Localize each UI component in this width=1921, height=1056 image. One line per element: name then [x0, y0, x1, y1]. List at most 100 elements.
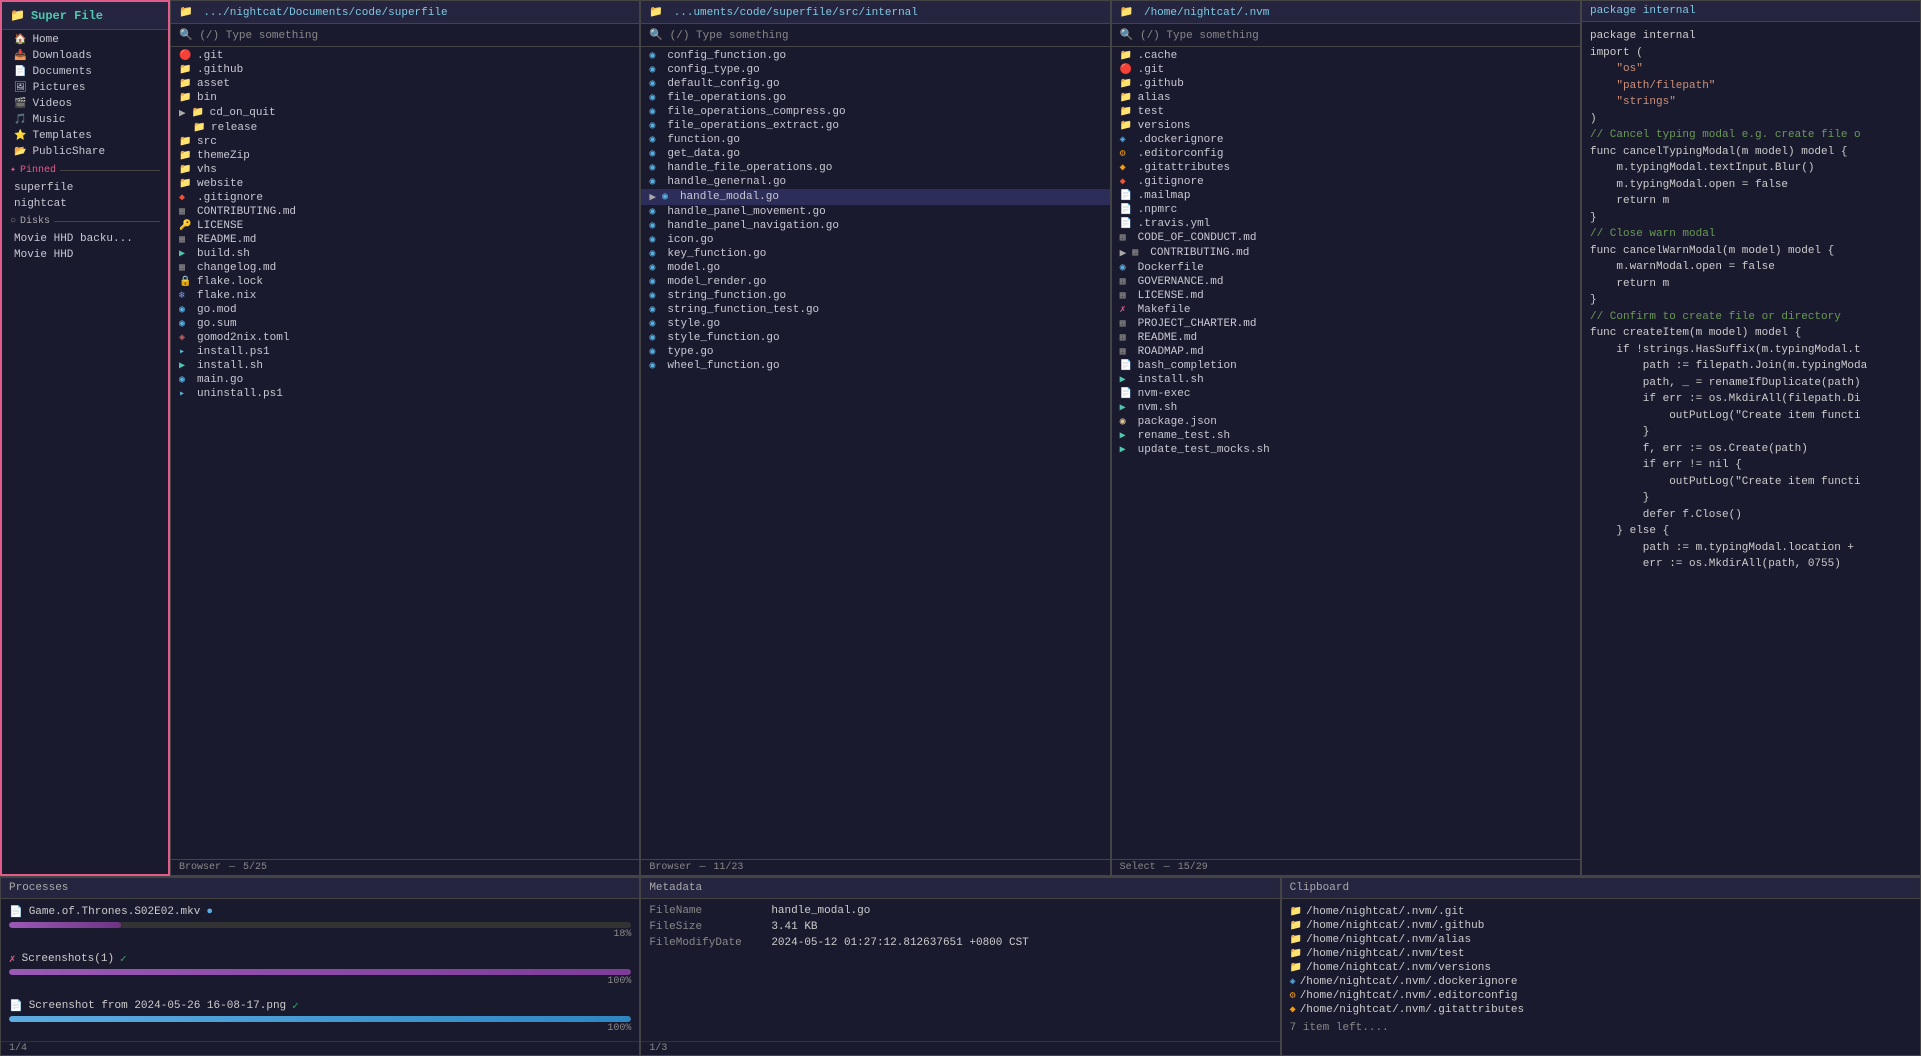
list-item[interactable]: ◆.gitignore	[171, 191, 639, 205]
list-item[interactable]: ◉string_function_test.go	[641, 303, 1109, 317]
sidebar-item-music[interactable]: 🎵 Music	[2, 112, 168, 128]
docker-icon: ◈	[1290, 976, 1296, 988]
list-item[interactable]: ▶◉handle_modal.go	[641, 189, 1109, 205]
panel1-search[interactable]: 🔍 (/) Type something	[171, 24, 639, 47]
list-item[interactable]: ◉model_render.go	[641, 275, 1109, 289]
list-item[interactable]: ▶▦CONTRIBUTING.md	[1112, 245, 1580, 261]
list-item[interactable]: ◈gomod2nix.toml	[171, 331, 639, 345]
list-item[interactable]: 📁asset	[171, 77, 639, 91]
sidebar-item-superfile[interactable]: superfile	[2, 180, 168, 196]
list-item[interactable]: ◉get_data.go	[641, 147, 1109, 161]
list-item[interactable]: ◉file_operations_extract.go	[641, 119, 1109, 133]
list-item[interactable]: ◉go.mod	[171, 303, 639, 317]
list-item[interactable]: 📁bin	[171, 91, 639, 105]
list-item[interactable]: ▦ROADMAP.md	[1112, 345, 1580, 359]
list-item[interactable]: ◉style.go	[641, 317, 1109, 331]
panel3-search[interactable]: 🔍 (/) Type something	[1112, 24, 1580, 47]
list-item[interactable]: ▶update_test_mocks.sh	[1112, 443, 1580, 457]
list-item[interactable]: ❄flake.nix	[171, 289, 639, 303]
list-item[interactable]: ◉style_function.go	[641, 331, 1109, 345]
sidebar-item-downloads[interactable]: 📥 Downloads	[2, 48, 168, 64]
list-item[interactable]: 🔑LICENSE	[171, 219, 639, 233]
list-item[interactable]: 📄.mailmap	[1112, 189, 1580, 203]
list-item[interactable]: 📁.github	[171, 63, 639, 77]
list-item[interactable]: ▶nvm.sh	[1112, 401, 1580, 415]
list-item[interactable]: 📄.travis.yml	[1112, 217, 1580, 231]
list-item[interactable]: ▦README.md	[171, 233, 639, 247]
list-item[interactable]: ▦CONTRIBUTING.md	[171, 205, 639, 219]
list-item[interactable]: ▦PROJECT_CHARTER.md	[1112, 317, 1580, 331]
list-item[interactable]: ▸install.ps1	[171, 345, 639, 359]
clipboard-content: 📁 /home/nightcat/.nvm/.git 📁 /home/night…	[1282, 899, 1920, 1055]
disk-item-2[interactable]: Movie HHD	[2, 247, 168, 263]
list-item[interactable]: ◉go.sum	[171, 317, 639, 331]
list-item[interactable]: ▦LICENSE.md	[1112, 289, 1580, 303]
list-item[interactable]: ◉model.go	[641, 261, 1109, 275]
list-item[interactable]: ◉function.go	[641, 133, 1109, 147]
list-item[interactable]: ▦changelog.md	[171, 261, 639, 275]
list-item[interactable]: 📁.github	[1112, 77, 1580, 91]
list-item[interactable]: 📁release	[171, 121, 639, 135]
process-name-3: 📄 Screenshot from 2024-05-26 16-08-17.pn…	[9, 999, 631, 1013]
code-line: }	[1590, 490, 1912, 507]
panel2-header: 📁 ...uments/code/superfile/src/internal	[641, 1, 1109, 24]
list-item[interactable]: ◉type.go	[641, 345, 1109, 359]
list-item[interactable]: ◉file_operations.go	[641, 91, 1109, 105]
sidebar-item-nightcat[interactable]: nightcat	[2, 196, 168, 212]
list-item[interactable]: ▸uninstall.ps1	[171, 387, 639, 401]
sidebar-item-pictures[interactable]: 🖼 Pictures	[2, 80, 168, 96]
list-item[interactable]: ◉handle_genernal.go	[641, 175, 1109, 189]
list-item[interactable]: 📁src	[171, 135, 639, 149]
list-item[interactable]: ▦CODE_OF_CONDUCT.md	[1112, 231, 1580, 245]
list-item[interactable]: 📁themeZip	[171, 149, 639, 163]
list-item[interactable]: 🔒flake.lock	[171, 275, 639, 289]
list-item[interactable]: ◉file_operations_compress.go	[641, 105, 1109, 119]
sidebar-item-templates[interactable]: ⭐ Templates	[2, 128, 168, 144]
sidebar-item-home[interactable]: 🏠 Home	[2, 32, 168, 48]
sidebar-item-publicshare[interactable]: 📂 PublicShare	[2, 144, 168, 160]
list-item[interactable]: ◉config_type.go	[641, 63, 1109, 77]
list-item[interactable]: 📁test	[1112, 105, 1580, 119]
list-item[interactable]: ◈.dockerignore	[1112, 133, 1580, 147]
list-item[interactable]: ◆.gitattributes	[1112, 161, 1580, 175]
list-item[interactable]: 📁vhs	[171, 163, 639, 177]
list-item[interactable]: ◉handle_file_operations.go	[641, 161, 1109, 175]
list-item[interactable]: 📁alias	[1112, 91, 1580, 105]
list-item[interactable]: ◉config_function.go	[641, 49, 1109, 63]
list-item[interactable]: 📁.cache	[1112, 49, 1580, 63]
list-item[interactable]: ◉key_function.go	[641, 247, 1109, 261]
list-item[interactable]: ◉icon.go	[641, 233, 1109, 247]
list-item[interactable]: ▶rename_test.sh	[1112, 429, 1580, 443]
list-item[interactable]: ▶📁cd_on_quit	[171, 105, 639, 121]
list-item[interactable]: ◉handle_panel_movement.go	[641, 205, 1109, 219]
git-icon: 🔴	[1120, 64, 1134, 76]
list-item[interactable]: 🔴.git	[1112, 63, 1580, 77]
list-item[interactable]: ◉handle_panel_navigation.go	[641, 219, 1109, 233]
list-item[interactable]: ⚙.editorconfig	[1112, 147, 1580, 161]
list-item[interactable]: ▶install.sh	[171, 359, 639, 373]
disk-item-1[interactable]: Movie HHD backu...	[2, 231, 168, 247]
list-item[interactable]: ✗Makefile	[1112, 303, 1580, 317]
file-panel-3: 📁 /home/nightcat/.nvm 🔍 (/) Type somethi…	[1111, 0, 1581, 876]
sidebar-item-videos[interactable]: 🎬 Videos	[2, 96, 168, 112]
list-item[interactable]: 📄.npmrc	[1112, 203, 1580, 217]
list-item[interactable]: ◉wheel_function.go	[641, 359, 1109, 373]
list-item[interactable]: ◉package.json	[1112, 415, 1580, 429]
list-item[interactable]: ◉main.go	[171, 373, 639, 387]
panel2-search[interactable]: 🔍 (/) Type something	[641, 24, 1109, 47]
list-item[interactable]: 📄nvm-exec	[1112, 387, 1580, 401]
list-item[interactable]: ◆.gitignore	[1112, 175, 1580, 189]
list-item[interactable]: ▦GOVERNANCE.md	[1112, 275, 1580, 289]
list-item[interactable]: 📁versions	[1112, 119, 1580, 133]
go-icon: ◉	[649, 220, 663, 232]
list-item[interactable]: ◉Dockerfile	[1112, 261, 1580, 275]
list-item[interactable]: ◉default_config.go	[641, 77, 1109, 91]
sidebar-item-documents[interactable]: 📄 Documents	[2, 64, 168, 80]
list-item[interactable]: ▦README.md	[1112, 331, 1580, 345]
list-item[interactable]: ◉string_function.go	[641, 289, 1109, 303]
list-item[interactable]: 📁website	[171, 177, 639, 191]
list-item[interactable]: 🔴.git	[171, 49, 639, 63]
list-item[interactable]: ▶build.sh	[171, 247, 639, 261]
list-item[interactable]: ▶install.sh	[1112, 373, 1580, 387]
list-item[interactable]: 📄bash_completion	[1112, 359, 1580, 373]
